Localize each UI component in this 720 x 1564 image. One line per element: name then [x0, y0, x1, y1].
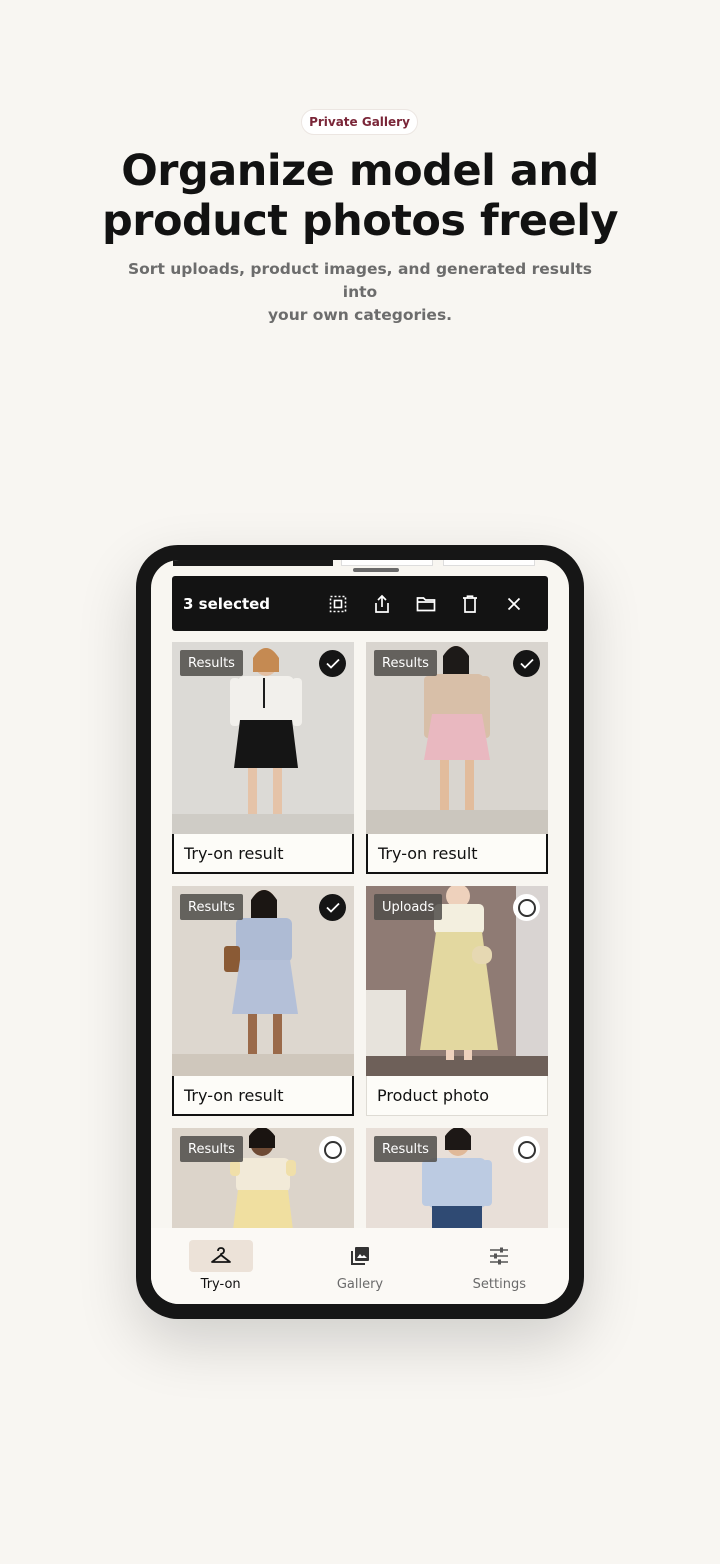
chip-peek [341, 560, 433, 566]
category-tag: Results [180, 894, 243, 920]
close-selection-button[interactable] [494, 584, 534, 624]
tab-gallery[interactable]: Gallery [290, 1228, 429, 1304]
selection-checkbox[interactable] [513, 650, 540, 677]
selection-bar: 3 selected [172, 576, 548, 631]
private-gallery-badge: Private Gallery [301, 109, 418, 135]
category-tag: Results [374, 650, 437, 676]
page-title: Organize model and product photos freely [40, 146, 680, 246]
delete-icon [463, 594, 477, 613]
checkmark-icon [325, 902, 340, 913]
selection-checkbox[interactable] [319, 650, 346, 677]
gallery-card[interactable]: Results Try-on result [366, 642, 548, 874]
select-all-button[interactable] [318, 584, 358, 624]
page-subtitle-line-2: your own categories. [267, 306, 453, 324]
app-screen: 3 selected Results Try-on result Results… [151, 560, 569, 1304]
gallery-card[interactable]: Results [366, 1128, 548, 1238]
tab-label: Settings [472, 1277, 526, 1292]
category-tag: Results [180, 650, 243, 676]
close-icon [507, 597, 521, 610]
gallery-card[interactable]: Results Try-on result [172, 642, 354, 874]
page-subtitle-line-1: Sort uploads, product images, and genera… [128, 260, 592, 301]
bottom-tab-bar: Try-on Gallery Settings [151, 1228, 569, 1304]
card-caption: Try-on result [172, 834, 354, 874]
page-title-line-1: Organize model and [121, 146, 599, 196]
delete-button[interactable] [450, 584, 490, 624]
gallery-card[interactable]: Results [172, 1128, 354, 1238]
share-icon [375, 594, 389, 613]
move-to-folder-button[interactable] [406, 584, 446, 624]
gallery-card[interactable]: Uploads Product photo [366, 886, 548, 1116]
selection-checkbox[interactable] [513, 1136, 540, 1163]
sliders-icon [467, 1240, 531, 1272]
drag-handle [353, 568, 399, 572]
tab-settings[interactable]: Settings [430, 1228, 569, 1304]
card-caption: Product photo [366, 1076, 548, 1116]
category-tag: Uploads [374, 894, 443, 920]
selection-checkbox[interactable] [319, 894, 346, 921]
phone-mockup: 3 selected Results Try-on result Results… [136, 545, 584, 1319]
tab-try-on[interactable]: Try-on [151, 1228, 290, 1304]
page-title-line-2: product photos freely [101, 196, 619, 246]
checkmark-icon [519, 658, 534, 669]
card-caption: Try-on result [366, 834, 548, 874]
checkmark-icon [325, 658, 340, 669]
category-tag: Results [374, 1136, 437, 1162]
select-all-icon [329, 595, 347, 612]
chip-peek [443, 560, 535, 566]
card-caption: Try-on result [172, 1076, 354, 1116]
category-tag: Results [180, 1136, 243, 1162]
selected-count: 3 selected [183, 594, 271, 613]
selection-checkbox[interactable] [319, 1136, 346, 1163]
hanger-icon [188, 1240, 253, 1272]
page-subtitle: Sort uploads, product images, and genera… [110, 258, 610, 327]
chip-peek [173, 560, 333, 566]
gallery-card[interactable]: Results Try-on result [172, 886, 354, 1116]
tab-label: Try-on [200, 1277, 241, 1292]
tab-label: Gallery [336, 1277, 384, 1292]
folder-icon [416, 596, 436, 611]
share-button[interactable] [362, 584, 402, 624]
gallery-icon [328, 1240, 392, 1272]
selection-checkbox[interactable] [513, 894, 540, 921]
